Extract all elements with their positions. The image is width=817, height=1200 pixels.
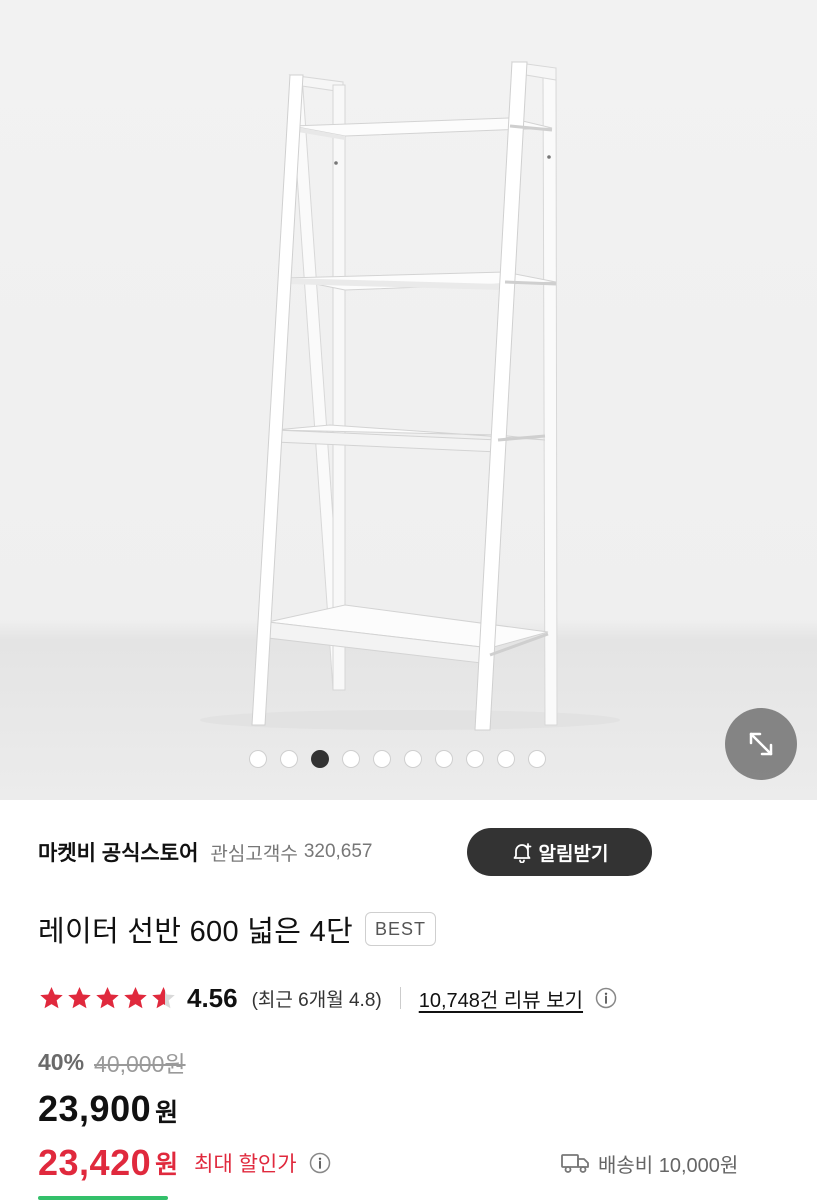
sale-price: 23,900 [38, 1088, 152, 1129]
star-icon [40, 986, 63, 1008]
followers-label: 관심고객수 [210, 843, 298, 865]
followers-count: 320,657 [303, 841, 373, 862]
star-icon [68, 986, 91, 1008]
shipping-info: 배송비 10,000원 [560, 1143, 738, 1183]
sale-price-row: 23,900 원 [38, 1088, 178, 1134]
carousel-dot[interactable] [404, 750, 422, 768]
divider [399, 987, 401, 1009]
original-price: 40,000원 [94, 1051, 186, 1077]
carousel-dot[interactable] [342, 750, 360, 768]
rating-score: 4.56 [187, 982, 238, 1013]
alert-subscribe-label: 알림받기 [538, 843, 609, 865]
carousel-dot[interactable] [249, 750, 267, 768]
title-row: 레이터 선반 600 넓은 4단 BEST [38, 906, 436, 952]
best-badge: BEST [364, 912, 436, 946]
seller-name[interactable]: 마켓비 공식스토어 [38, 837, 198, 867]
product-image-gallery[interactable] [0, 0, 817, 800]
bell-plus-icon [513, 843, 531, 863]
max-discount-price: 23,420 [38, 1142, 152, 1183]
review-link[interactable]: 10,748건 리뷰 보기 [419, 984, 583, 1013]
carousel-dot[interactable] [280, 750, 298, 768]
discount-row: 40% 40,000원 [38, 1044, 186, 1080]
star-icon [152, 986, 175, 1008]
max-discount-row: 23,420 원 최대 할인가 [38, 1140, 331, 1186]
product-title: 레이터 선반 600 넓은 4단 [38, 916, 353, 948]
max-discount-info-icon[interactable] [309, 1152, 331, 1174]
max-discount-currency: 원 [155, 1151, 179, 1179]
carousel-dot[interactable] [466, 750, 484, 768]
expand-arrows-icon [749, 732, 773, 756]
alert-subscribe-button[interactable]: 알림받기 [467, 828, 652, 876]
discount-percent: 40% [38, 1048, 85, 1075]
carousel-dots [249, 750, 546, 770]
carousel-dot[interactable] [497, 750, 515, 768]
shipping-fee: 배송비 10,000원 [598, 1154, 739, 1177]
max-discount-label: 최대 할인가 [194, 1153, 297, 1176]
rating-row: 4.56 (최근 6개월 4.8) 10,748건 리뷰 보기 [38, 978, 617, 1018]
star-icon [96, 986, 119, 1008]
carousel-dot[interactable] [528, 750, 546, 768]
sale-price-currency: 원 [155, 1099, 179, 1127]
info-icon[interactable] [595, 987, 617, 1009]
seller-row: 마켓비 공식스토어 관심고객수 320,657 알림받기 [38, 828, 787, 876]
carousel-dot[interactable] [435, 750, 453, 768]
carousel-dot[interactable] [373, 750, 391, 768]
recent-rating: (최근 6개월 4.8) [251, 989, 382, 1011]
carousel-dot[interactable] [311, 750, 329, 768]
truck-icon [561, 1154, 589, 1173]
bottom-accent-bar [38, 1196, 168, 1200]
star-icon [124, 986, 147, 1008]
zoom-button[interactable] [725, 708, 797, 780]
star-rating [38, 985, 177, 1012]
product-image-ladder-shelf [200, 61, 620, 731]
